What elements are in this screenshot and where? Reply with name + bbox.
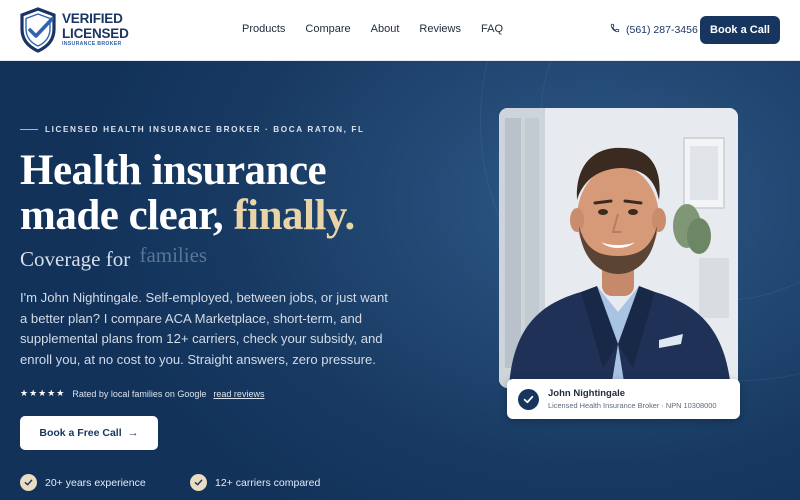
rating-text: Rated by local families on Google: [72, 388, 207, 399]
eyebrow-text: LICENSED HEALTH INSURANCE BROKER · BOCA …: [45, 125, 365, 134]
broker-name: John Nightingale: [548, 388, 626, 399]
nav-faq[interactable]: FAQ: [481, 23, 503, 35]
book-free-call-button[interactable]: Book a Free Call →: [20, 416, 158, 450]
coverage-prefix: Coverage for: [20, 247, 131, 271]
eyebrow-divider: [20, 129, 38, 130]
phone-number: (561) 287-3456: [626, 23, 698, 36]
brand-line-1: VERIFIED: [62, 11, 123, 27]
nav-compare[interactable]: Compare: [305, 23, 350, 35]
cta-label: Book a Free Call: [39, 427, 122, 439]
shield-check-icon: [19, 7, 57, 53]
headline-line-2: made clear,: [20, 192, 224, 239]
broker-portrait: [499, 108, 738, 388]
nav-about[interactable]: About: [371, 23, 400, 35]
check-icon: [190, 474, 207, 491]
rating-row: ★★★★★ Rated by local families on Google …: [20, 388, 264, 399]
coverage-word: families: [139, 243, 208, 267]
headline-line-1: Health insurance: [20, 147, 327, 194]
main-nav: Products Compare About Reviews FAQ: [242, 23, 523, 35]
hero-description: I'm John Nightingale. Self-employed, bet…: [20, 290, 388, 367]
broker-badge: John Nightingale Licensed Health Insuran…: [507, 379, 740, 419]
hero-headline: Health insurance made clear, finally.: [20, 148, 355, 238]
nav-products[interactable]: Products: [242, 23, 285, 35]
feature-label: 12+ carriers compared: [215, 476, 321, 489]
verified-check-icon: [518, 388, 539, 410]
hero-eyebrow: LICENSED HEALTH INSURANCE BROKER · BOCA …: [20, 125, 365, 134]
book-a-call-button[interactable]: Book a Call: [700, 16, 780, 44]
brand-line-2: LICENSED: [62, 25, 129, 41]
broker-credentials: Licensed Health Insurance Broker · NPN 1…: [548, 401, 717, 410]
site-header: VERIFIED LICENSED INSURANCE BROKER Produ…: [0, 0, 800, 61]
feature-label: 20+ years experience: [45, 476, 146, 489]
brand-logo[interactable]: VERIFIED LICENSED INSURANCE BROKER: [19, 7, 129, 53]
nav-reviews[interactable]: Reviews: [419, 23, 461, 35]
feature-experience: 20+ years experience: [20, 474, 146, 491]
check-icon: [20, 474, 37, 491]
headline-accent: finally.: [233, 192, 355, 239]
brand-line-3: INSURANCE BROKER: [62, 41, 122, 48]
coverage-rotator: Coverage for families: [20, 243, 207, 272]
phone-icon: [610, 23, 626, 36]
feature-carriers: 12+ carriers compared: [190, 474, 320, 491]
read-reviews-link[interactable]: read reviews: [213, 389, 264, 399]
star-rating-icon: ★★★★★: [20, 388, 66, 398]
arrow-right-icon: →: [127, 427, 139, 439]
phone-link[interactable]: (561) 287-3456: [610, 23, 698, 36]
